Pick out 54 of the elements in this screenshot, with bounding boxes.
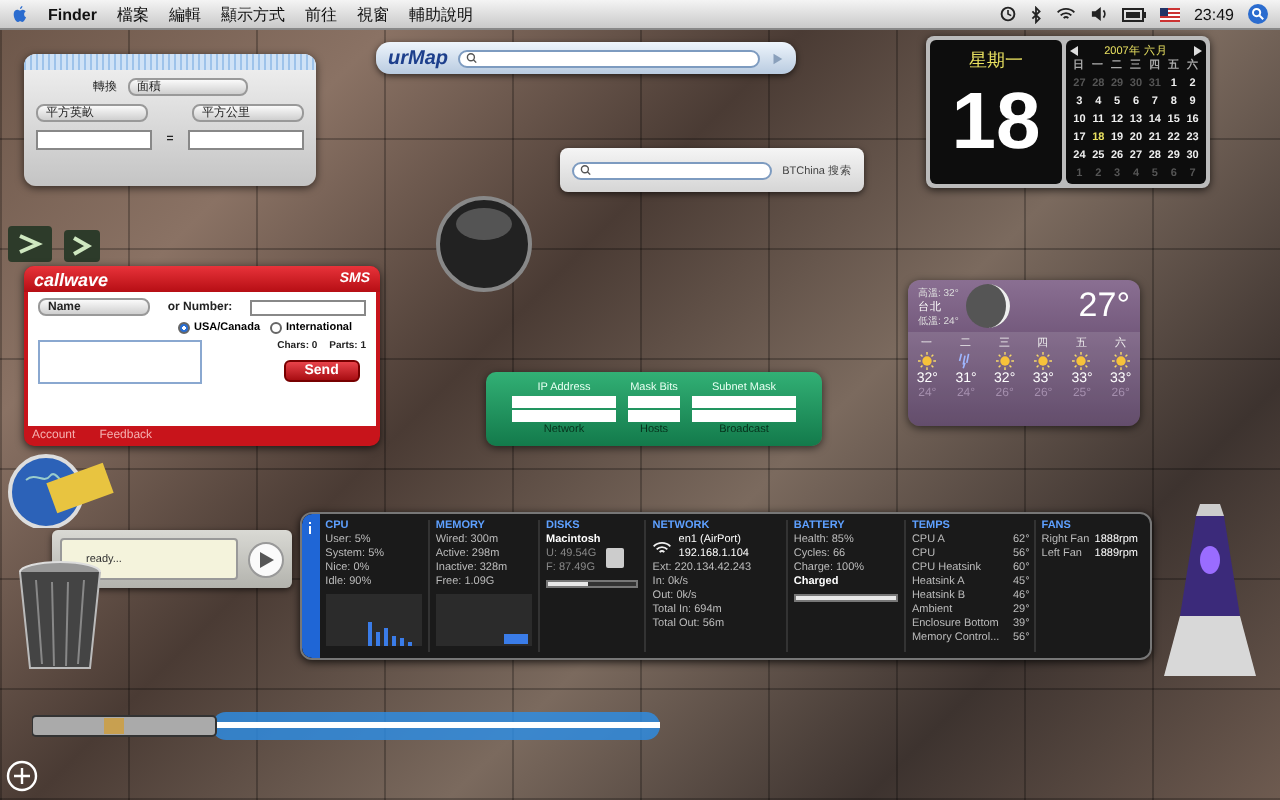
play-button[interactable] [248,541,284,577]
radio-button[interactable] [178,322,190,334]
menu-item[interactable]: Finder [48,5,97,23]
next-month-icon[interactable] [1193,46,1202,56]
apple-icon[interactable] [12,5,28,23]
current-temperature: 27° [1078,286,1130,326]
sun-icon [1111,352,1130,370]
bluetooth-icon[interactable] [1029,5,1042,23]
sun-icon [1034,352,1053,370]
rain-icon [956,352,975,370]
torrent-search-field[interactable] [572,161,773,179]
battery-icon[interactable] [1121,7,1146,21]
sun-icon [918,352,937,370]
input-field[interactable] [628,396,680,408]
wifi-icon [652,540,673,556]
cpu-graph-drawing [325,594,422,646]
wifi-icon[interactable] [1055,6,1076,22]
urmap-logo: urMap [388,47,448,69]
output-field[interactable] [628,410,680,422]
message-field[interactable] [38,340,202,384]
add-widget-icon[interactable] [6,760,38,792]
glass-orb-drawing [436,192,532,296]
volume-icon[interactable] [1089,6,1108,22]
sun-icon [995,352,1014,370]
menu-item[interactable]: 編輯 [168,3,201,25]
play-icon [259,551,273,567]
menu-item[interactable]: 檔案 [116,3,149,25]
search-icon [466,52,480,64]
clock-time[interactable]: 23:49 [1193,5,1234,23]
number-field[interactable] [250,299,366,315]
flag-icon[interactable] [1159,7,1180,21]
callwave-logo: callwave [34,269,109,289]
sun-icon [1072,352,1091,370]
memory-graph-drawing [435,594,532,646]
search-icon [580,164,594,176]
menu-item[interactable]: 輔助說明 [408,3,473,25]
input-field[interactable] [692,396,796,408]
radio-button[interactable] [270,322,283,334]
menu-item[interactable]: 顯示方式 [220,3,285,25]
menu-item[interactable]: 視窗 [356,3,389,25]
weekday-label: 星期一 [969,48,1023,74]
menu-item[interactable]: 前往 [304,3,337,25]
output-field[interactable] [692,410,796,422]
map-search-field[interactable] [458,49,760,67]
search-icon[interactable] [1248,4,1268,24]
input-field[interactable] [512,396,616,408]
moon-icon [964,282,1013,330]
clock-icon[interactable] [999,6,1016,22]
previous-month-icon[interactable] [1070,46,1078,56]
from-value-field[interactable] [36,130,152,150]
to-value-field[interactable] [187,130,304,150]
day-number: 18 [951,76,1041,170]
globe-icon [6,452,114,528]
output-field[interactable] [512,410,616,422]
